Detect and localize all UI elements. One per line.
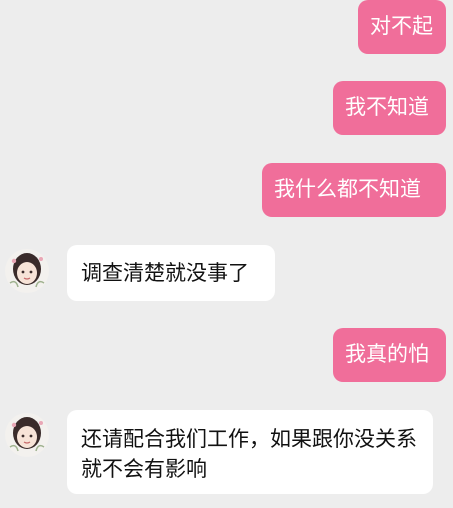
- chat-thread: 对不起 我不知道 我什么都不知道 调查清楚就没事了 我真的怕 还请配合我们工作，…: [0, 0, 453, 508]
- outgoing-message-bubble[interactable]: 对不起: [358, 0, 446, 54]
- contact-avatar-icon[interactable]: [4, 243, 50, 299]
- outgoing-message-bubble[interactable]: 我什么都不知道: [262, 163, 446, 217]
- incoming-message-bubble[interactable]: 调查清楚就没事了: [67, 245, 275, 301]
- message-text: 对不起: [370, 14, 433, 38]
- message-text: 我什么都不知道: [274, 177, 421, 201]
- message-text: 还请配合我们工作，如果跟你没关系就不会有影响: [81, 427, 417, 481]
- outgoing-message-bubble[interactable]: 我真的怕: [333, 328, 446, 382]
- contact-avatar-icon[interactable]: [4, 407, 50, 463]
- message-text: 我真的怕: [345, 342, 429, 366]
- incoming-message-bubble[interactable]: 还请配合我们工作，如果跟你没关系就不会有影响: [67, 410, 433, 494]
- outgoing-message-bubble[interactable]: 我不知道: [333, 81, 446, 135]
- message-text: 调查清楚就没事了: [81, 261, 249, 285]
- message-text: 我不知道: [345, 95, 429, 119]
